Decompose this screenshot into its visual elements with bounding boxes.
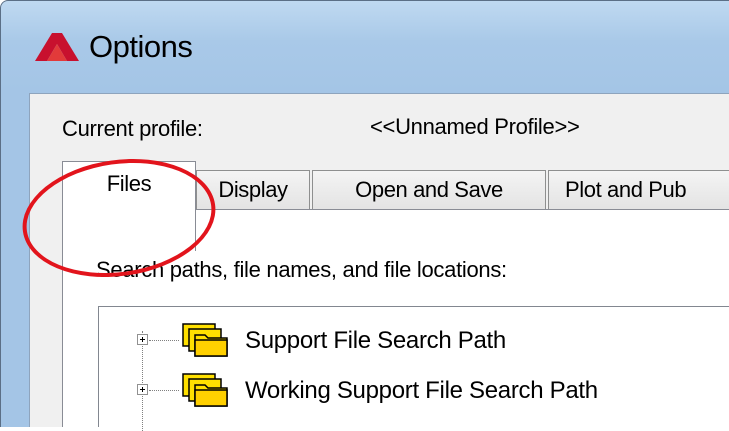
search-paths-caption: Search paths, file names, and file locat… (96, 257, 507, 282)
tab-display[interactable]: Display (196, 170, 310, 210)
folder-stack-icon (182, 373, 228, 407)
folder-stack-icon (182, 323, 228, 357)
title-bar[interactable]: Options (1, 1, 729, 89)
window-title: Options (89, 29, 193, 64)
file-locations-tree[interactable]: Support File Search Path Working Support… (98, 306, 729, 431)
tab-files[interactable]: Files (62, 161, 196, 251)
tree-connector (149, 340, 179, 341)
tree-item-label: Support File Search Path (245, 327, 506, 354)
tree-item-support-file-search-path[interactable]: Support File Search Path (99, 321, 719, 361)
tree-item-label: Working Support File Search Path (245, 377, 598, 404)
current-profile-label: Current profile: (62, 116, 203, 141)
expand-plus-icon[interactable] (137, 384, 148, 395)
tree-connector (149, 390, 179, 391)
tab-plot-and-publish[interactable]: Plot and Pub (548, 170, 729, 210)
tab-open-and-save[interactable]: Open and Save (312, 170, 546, 210)
current-profile-value: <<Unnamed Profile>> (370, 114, 580, 139)
tree-item-working-support-file-search-path[interactable]: Working Support File Search Path (99, 371, 719, 411)
expand-plus-icon[interactable] (137, 334, 148, 345)
autocad-logo-icon (35, 33, 79, 61)
